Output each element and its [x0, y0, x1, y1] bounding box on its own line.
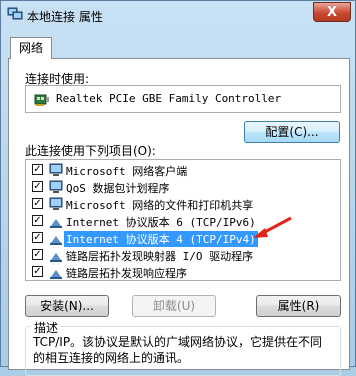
- install-button[interactable]: 安装(N)...: [25, 295, 109, 317]
- list-item[interactable]: ✓ Microsoft 网络的文件和打印机共享: [26, 195, 340, 213]
- item-checkbox[interactable]: ✓: [32, 164, 43, 175]
- protocol-icon: [50, 219, 62, 228]
- qos-scheduler-icon: [49, 180, 63, 193]
- item-checkbox[interactable]: ✓: [32, 249, 43, 260]
- item-checkbox[interactable]: ✓: [32, 215, 43, 226]
- description-text: TCP/IP。该协议是默认的广域网络协议，它提供在不同的相互连接的网络上的通讯。: [33, 335, 323, 365]
- item-label: QoS 数据包计划程序: [66, 182, 170, 195]
- item-label: Internet 协议版本 4 (TCP/IPv4): [64, 231, 258, 247]
- item-label: Internet 协议版本 6 (TCP/IPv6): [66, 216, 256, 229]
- item-checkbox[interactable]: ✓: [32, 232, 43, 243]
- item-label: 链路层拓扑发现映射器 I/O 驱动程序: [66, 250, 254, 263]
- adapter-name: Realtek PCIe GBE Family Controller: [56, 92, 282, 105]
- properties-button[interactable]: 属性(R): [256, 295, 341, 317]
- title-bar[interactable]: 本地连接 属性 X: [1, 1, 355, 31]
- network-client-icon: [49, 163, 63, 176]
- item-checkbox[interactable]: ✓: [32, 181, 43, 192]
- configure-button[interactable]: 配置(C)...: [244, 121, 340, 143]
- protocol-icon: [50, 253, 62, 262]
- network-adapter-icon: [34, 94, 49, 106]
- item-checkbox[interactable]: ✓: [32, 198, 43, 209]
- protocol-icon: [50, 270, 62, 279]
- uninstall-button[interactable]: 卸载(U): [132, 295, 216, 317]
- list-item[interactable]: ✓ QoS 数据包计划程序: [26, 178, 340, 196]
- item-label: Microsoft 网络的文件和打印机共享: [66, 199, 254, 212]
- file-printer-sharing-icon: [49, 197, 63, 210]
- list-item[interactable]: ✓ 链路层拓扑发现映射器 I/O 驱动程序: [26, 246, 340, 264]
- annotation-arrow-icon: [253, 216, 292, 238]
- adapter-field: Realtek PCIe GBE Family Controller: [25, 85, 341, 113]
- network-connection-icon: [7, 7, 23, 20]
- item-checkbox[interactable]: ✓: [32, 266, 43, 277]
- protocol-icon: [50, 236, 62, 245]
- items-label: 此连接使用下列项目(O):: [25, 144, 156, 158]
- list-item[interactable]: ✓ 链路层拓扑发现响应程序: [26, 263, 340, 281]
- item-label: 链路层拓扑发现响应程序: [66, 267, 187, 280]
- window-title: 本地连接 属性: [27, 10, 103, 24]
- properties-window: 本地连接 属性 X 网络 连接时使用: Realtek PCIe GBE Fam…: [0, 0, 356, 376]
- close-button[interactable]: X: [313, 2, 351, 22]
- list-item[interactable]: ✓ Microsoft 网络客户端: [26, 161, 340, 179]
- items-list[interactable]: ✓ Microsoft 网络客户端 ✓ QoS 数据包计划程序 ✓ Micros…: [25, 159, 341, 281]
- item-label: Microsoft 网络客户端: [66, 165, 188, 178]
- tab-network[interactable]: 网络: [10, 37, 52, 59]
